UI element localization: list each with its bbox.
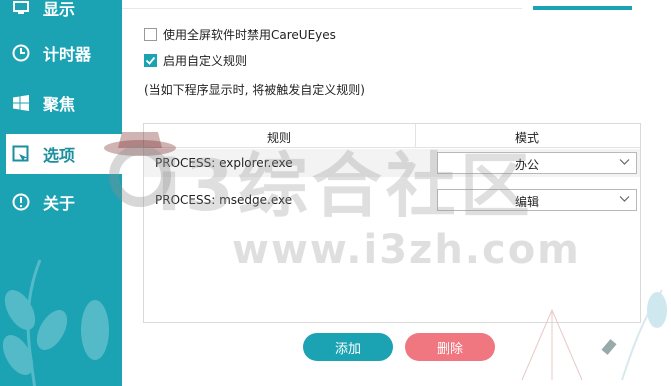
windows-icon: [12, 94, 30, 112]
sidebar-item-options[interactable]: 选项: [6, 134, 122, 174]
clock-icon: [12, 44, 30, 62]
sidebar-item-label: 聚焦: [43, 95, 76, 114]
sidebar-item-timer[interactable]: 计时器: [0, 33, 122, 73]
add-rule-button[interactable]: 添加: [303, 333, 393, 361]
table-header: 规则 模式: [144, 124, 640, 148]
leaf-decoration-icon: [2, 259, 68, 386]
sidebar-item-label: 关于: [43, 194, 76, 213]
mode-select[interactable]: 办公: [437, 152, 637, 174]
info-icon: [12, 193, 30, 211]
options-panel: 使用全屏软件时禁用CareUEyes 启用自定义规则 (当如下程序显示时, 将被…: [122, 0, 671, 386]
chevron-down-icon: [619, 196, 630, 202]
rule-cell: PROCESS: explorer.exe: [155, 156, 293, 170]
sidebar-item-display[interactable]: 显示: [0, 0, 122, 28]
fullscreen-disable-checkbox[interactable]: [144, 28, 157, 41]
checkbox-edit-icon: [12, 145, 30, 163]
table-row[interactable]: PROCESS: explorer.exe 办公: [144, 149, 640, 177]
sidebar-item-label: 显示: [43, 0, 76, 19]
mode-select-value: 办公: [515, 158, 540, 172]
sidebar: 显示 计时器 聚焦 选项 关于: [0, 0, 122, 386]
tab-indicator: [533, 6, 632, 10]
column-header-mode: 模式: [515, 131, 540, 145]
leaf-decoration-icon: [81, 300, 109, 360]
custom-rules-checkbox[interactable]: [144, 54, 157, 67]
chevron-down-icon: [619, 159, 630, 165]
column-divider: [415, 124, 416, 148]
fullscreen-disable-option[interactable]: 使用全屏软件时禁用CareUEyes: [144, 26, 336, 43]
column-header-rule: 规则: [267, 131, 292, 145]
mode-select-value: 编辑: [515, 195, 540, 209]
custom-rules-label: 启用自定义规则: [163, 54, 248, 68]
sidebar-item-focus[interactable]: 聚焦: [0, 83, 122, 123]
fullscreen-disable-label: 使用全屏软件时禁用CareUEyes: [163, 28, 336, 42]
check-icon: [145, 56, 156, 65]
monitor-icon: [12, 0, 30, 17]
divider: [122, 8, 522, 9]
sidebar-item-label: 选项: [43, 146, 76, 165]
table-row[interactable]: PROCESS: msedge.exe 编辑: [144, 186, 640, 214]
delete-rule-button[interactable]: 删除: [405, 333, 495, 361]
custom-rules-option[interactable]: 启用自定义规则: [144, 52, 247, 69]
mode-select[interactable]: 编辑: [437, 189, 637, 211]
sidebar-item-label: 计时器: [43, 45, 92, 64]
rule-cell: PROCESS: msedge.exe: [155, 193, 293, 207]
sidebar-item-about[interactable]: 关于: [0, 182, 122, 222]
rules-hint: (当如下程序显示时, 将被触发自定义规则): [144, 83, 365, 97]
rules-table: 规则 模式 PROCESS: explorer.exe 办公 PROCESS: …: [143, 123, 641, 323]
